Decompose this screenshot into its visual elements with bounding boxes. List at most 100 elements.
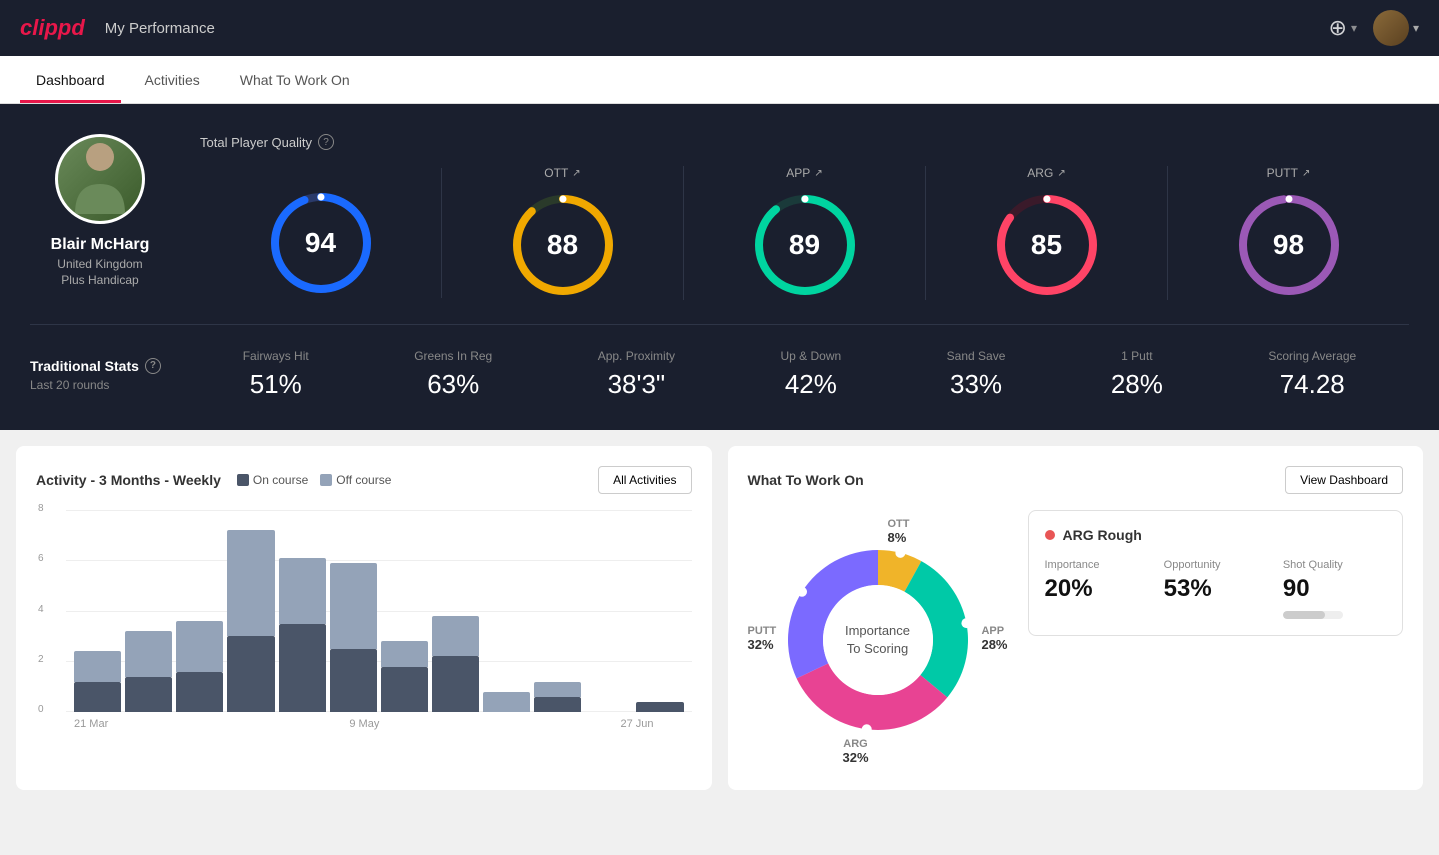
bar-group-1 xyxy=(125,510,172,712)
bar-stack-1 xyxy=(125,631,172,712)
activity-header: Activity - 3 Months - Weekly On course O… xyxy=(36,466,692,494)
bar-off-4 xyxy=(279,558,326,624)
tab-dashboard[interactable]: Dashboard xyxy=(20,60,121,103)
donut-label-app: APP 28% xyxy=(981,625,1007,652)
gauge-app: 89 xyxy=(750,190,860,300)
stat-col-6: Scoring Average 74.28 xyxy=(1268,349,1356,400)
header: clippd My Performance ⊕ ▾ ▾ xyxy=(0,0,1439,56)
donut-area: Importance To Scoring OTT 8% APP 28% ARG… xyxy=(748,510,1008,770)
trad-help-icon[interactable]: ? xyxy=(145,358,161,374)
bar-on-11 xyxy=(636,702,683,712)
bar-stack-11 xyxy=(636,702,683,712)
bar-stack-0 xyxy=(74,651,121,712)
bar-off-0 xyxy=(74,651,121,681)
tpq-label: Total Player Quality ? xyxy=(200,134,1409,150)
bar-on-9 xyxy=(534,697,581,712)
add-chevron: ▾ xyxy=(1351,21,1357,35)
avatar xyxy=(1373,10,1409,46)
bar-stack-9 xyxy=(534,682,581,712)
bar-group-8 xyxy=(483,510,530,712)
score-item-putt: PUTT ↗ 98 xyxy=(1168,166,1409,300)
player-handicap: Plus Handicap xyxy=(61,273,138,287)
bar-off-1 xyxy=(125,631,172,676)
bar-off-7 xyxy=(432,616,479,656)
tab-activities[interactable]: Activities xyxy=(129,60,216,103)
stat-col-4: Sand Save 33% xyxy=(947,349,1006,400)
score-label-putt: PUTT ↗ xyxy=(1267,166,1311,180)
donut-label-ott: OTT 8% xyxy=(888,518,910,545)
bar-on-3 xyxy=(227,636,274,712)
chart-xaxis: 21 Mar9 May27 Jun xyxy=(36,712,692,730)
bar-off-9 xyxy=(534,682,581,697)
detail-metrics: Importance 20% Opportunity 53% Shot Qual… xyxy=(1045,559,1387,619)
player-country: United Kingdom xyxy=(57,257,142,271)
score-item-total: 94 xyxy=(200,168,442,298)
view-dashboard-button[interactable]: View Dashboard xyxy=(1285,466,1403,494)
bar-off-3 xyxy=(227,530,274,636)
scores-row: 94 OTT ↗ 88 APP ↗ xyxy=(200,166,1409,300)
tpq-help-icon[interactable]: ? xyxy=(318,134,334,150)
all-activities-button[interactable]: All Activities xyxy=(598,466,691,494)
metric-col-2: Shot Quality 90 xyxy=(1283,559,1386,619)
bar-on-7 xyxy=(432,656,479,712)
bar-on-5 xyxy=(330,649,377,712)
bar-group-0 xyxy=(74,510,121,712)
bar-on-1 xyxy=(125,677,172,712)
bar-group-3 xyxy=(227,510,274,712)
stat-col-0: Fairways Hit 51% xyxy=(243,349,309,400)
detail-dot xyxy=(1045,530,1055,540)
bar-stack-4 xyxy=(279,558,326,712)
add-button[interactable]: ⊕ ▾ xyxy=(1329,15,1357,41)
stat-col-5: 1 Putt 28% xyxy=(1111,349,1163,400)
legend-on-course: On course xyxy=(237,473,308,487)
player-avatar-image xyxy=(70,139,130,219)
bar-group-2 xyxy=(176,510,223,712)
tab-what-to-work-on[interactable]: What To Work On xyxy=(224,60,366,103)
stat-col-3: Up & Down 42% xyxy=(781,349,842,400)
bar-on-0 xyxy=(74,682,121,712)
bar-group-10 xyxy=(585,510,632,712)
bar-group-5 xyxy=(330,510,377,712)
gauge-value-ott: 88 xyxy=(547,229,578,261)
bar-on-6 xyxy=(381,667,428,712)
metric-col-0: Importance 20% xyxy=(1045,559,1148,619)
score-item-ott: OTT ↗ 88 xyxy=(442,166,684,300)
bar-on-2 xyxy=(176,672,223,712)
what-to-work-on-card: What To Work On View Dashboard Importanc… xyxy=(728,446,1424,790)
donut-label-putt: PUTT 32% xyxy=(748,625,777,652)
player-avatar xyxy=(55,134,145,224)
gauge-value-app: 89 xyxy=(789,229,820,261)
chart-grid: 86420 xyxy=(36,510,692,712)
score-item-app: APP ↗ 89 xyxy=(684,166,926,300)
bars-container xyxy=(66,510,692,712)
user-menu[interactable]: ▾ xyxy=(1373,10,1419,46)
player-name: Blair McHarg xyxy=(51,236,150,254)
bar-group-9 xyxy=(534,510,581,712)
bar-stack-3 xyxy=(227,530,274,712)
bar-group-7 xyxy=(432,510,479,712)
activity-card: Activity - 3 Months - Weekly On course O… xyxy=(16,446,712,790)
bottom-section: Activity - 3 Months - Weekly On course O… xyxy=(0,430,1439,806)
legend-off-course: Off course xyxy=(320,473,391,487)
gauge-arg: 85 xyxy=(992,190,1102,300)
logo-text: clippd xyxy=(20,15,85,41)
donut-dot-1 xyxy=(961,618,971,628)
bar-off-5 xyxy=(330,563,377,649)
bar-group-4 xyxy=(279,510,326,712)
wtwo-header: What To Work On View Dashboard xyxy=(748,466,1404,494)
stat-col-2: App. Proximity 38'3" xyxy=(598,349,675,400)
score-item-arg: ARG ↗ 85 xyxy=(926,166,1168,300)
donut-dot-3 xyxy=(797,587,807,597)
bar-off-8 xyxy=(483,692,530,712)
detail-card-title: ARG Rough xyxy=(1045,527,1387,543)
x-label-2: 27 Jun xyxy=(620,718,653,730)
bar-off-2 xyxy=(176,621,223,671)
donut-dot-2 xyxy=(861,724,871,734)
legend-on-course-dot xyxy=(237,474,249,486)
bar-group-6 xyxy=(381,510,428,712)
bar-stack-5 xyxy=(330,563,377,712)
legend-off-course-dot xyxy=(320,474,332,486)
bar-stack-6 xyxy=(381,641,428,712)
wtwo-content: Importance To Scoring OTT 8% APP 28% ARG… xyxy=(748,510,1404,770)
trad-stats-title: Traditional Stats ? xyxy=(30,358,190,374)
